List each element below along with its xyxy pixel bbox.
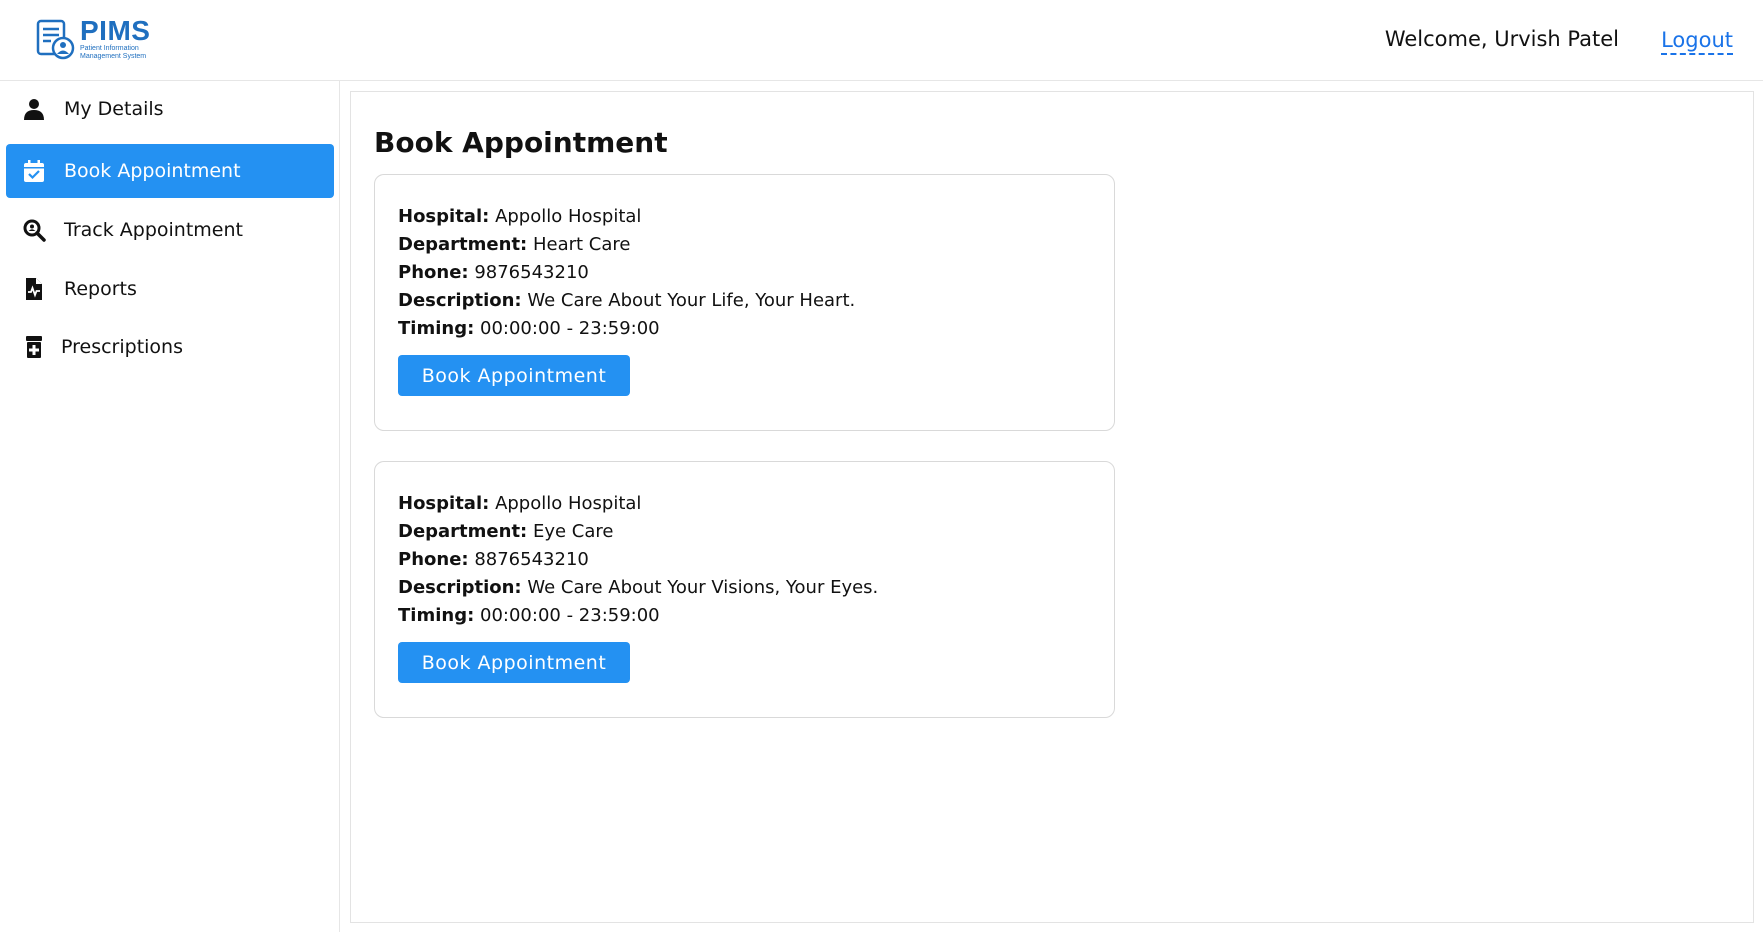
field-label: Timing: (398, 318, 475, 339)
field-value: 00:00:00 - 23:59:00 (480, 605, 660, 626)
sidebar-item-label: Reports (64, 278, 137, 300)
sidebar-item-label: My Details (64, 98, 164, 120)
field-label: Hospital: (398, 493, 490, 514)
sidebar-item-reports[interactable]: Reports (6, 262, 334, 316)
top-header: PIMS Patient Information Management Syst… (0, 0, 1763, 81)
search-icon (22, 218, 46, 242)
field-label: Hospital: (398, 206, 490, 227)
hospital-card: Hospital: Appollo Hospital Department: H… (374, 174, 1115, 431)
field-label: Phone: (398, 549, 469, 570)
patient-record-icon (36, 19, 75, 60)
sidebar-item-track-appointment[interactable]: Track Appointment (6, 203, 334, 257)
card-description: Description: We Care About Your Visions,… (398, 574, 878, 602)
sidebar-item-label: Prescriptions (61, 336, 183, 358)
book-appointment-button[interactable]: Book Appointment (398, 642, 630, 683)
logo-title: PIMS (80, 15, 151, 46)
welcome-message: Welcome, Urvish Patel (1384, 27, 1619, 51)
field-label: Description: (398, 290, 522, 311)
card-phone: Phone: 8876543210 (398, 546, 878, 574)
sidebar-item-label: Track Appointment (64, 219, 243, 241)
field-label: Department: (398, 234, 528, 255)
field-label: Department: (398, 521, 528, 542)
field-label: Description: (398, 577, 522, 598)
page-title: Book Appointment (374, 126, 668, 159)
card-timing: Timing: 00:00:00 - 23:59:00 (398, 602, 878, 630)
field-value: Appollo Hospital (495, 206, 642, 227)
book-appointment-button[interactable]: Book Appointment (398, 355, 630, 396)
field-value: Eye Care (532, 521, 614, 542)
sidebar-item-label: Book Appointment (64, 160, 241, 182)
report-file-icon (22, 277, 46, 301)
field-label: Timing: (398, 605, 475, 626)
sidebar-item-book-appointment[interactable]: Book Appointment (6, 144, 334, 198)
card-description: Description: We Care About Your Life, Yo… (398, 287, 855, 315)
logout-link[interactable]: Logout (1661, 27, 1733, 55)
field-value: We Care About Your Life, Your Heart. (527, 290, 856, 311)
field-value: 9876543210 (474, 262, 589, 283)
field-value: We Care About Your Visions, Your Eyes. (527, 577, 879, 598)
card-timing: Timing: 00:00:00 - 23:59:00 (398, 315, 855, 343)
card-department: Department: Heart Care (398, 231, 855, 259)
field-value: 00:00:00 - 23:59:00 (480, 318, 660, 339)
pims-logo[interactable]: PIMS Patient Information Management Syst… (35, 16, 160, 62)
sidebar-item-prescriptions[interactable]: Prescriptions (6, 320, 334, 374)
prescription-bottle-icon (22, 335, 46, 359)
user-icon (22, 97, 46, 121)
card-hospital: Hospital: Appollo Hospital (398, 490, 878, 518)
card-department: Department: Eye Care (398, 518, 878, 546)
field-label: Phone: (398, 262, 469, 283)
card-hospital: Hospital: Appollo Hospital (398, 203, 855, 231)
field-value: Heart Care (532, 234, 631, 255)
main-panel: Book Appointment Hospital: Appollo Hospi… (350, 91, 1754, 923)
calendar-check-icon (22, 159, 46, 183)
sidebar-item-my-details[interactable]: My Details (6, 82, 334, 136)
logo-subtitle: Patient Information Management System (80, 45, 147, 60)
field-value: Appollo Hospital (495, 493, 642, 514)
field-value: 8876543210 (474, 549, 589, 570)
hospital-card: Hospital: Appollo Hospital Department: E… (374, 461, 1115, 718)
card-phone: Phone: 9876543210 (398, 259, 855, 287)
sidebar: My Details Book Appointment Track Appoin… (0, 81, 340, 932)
